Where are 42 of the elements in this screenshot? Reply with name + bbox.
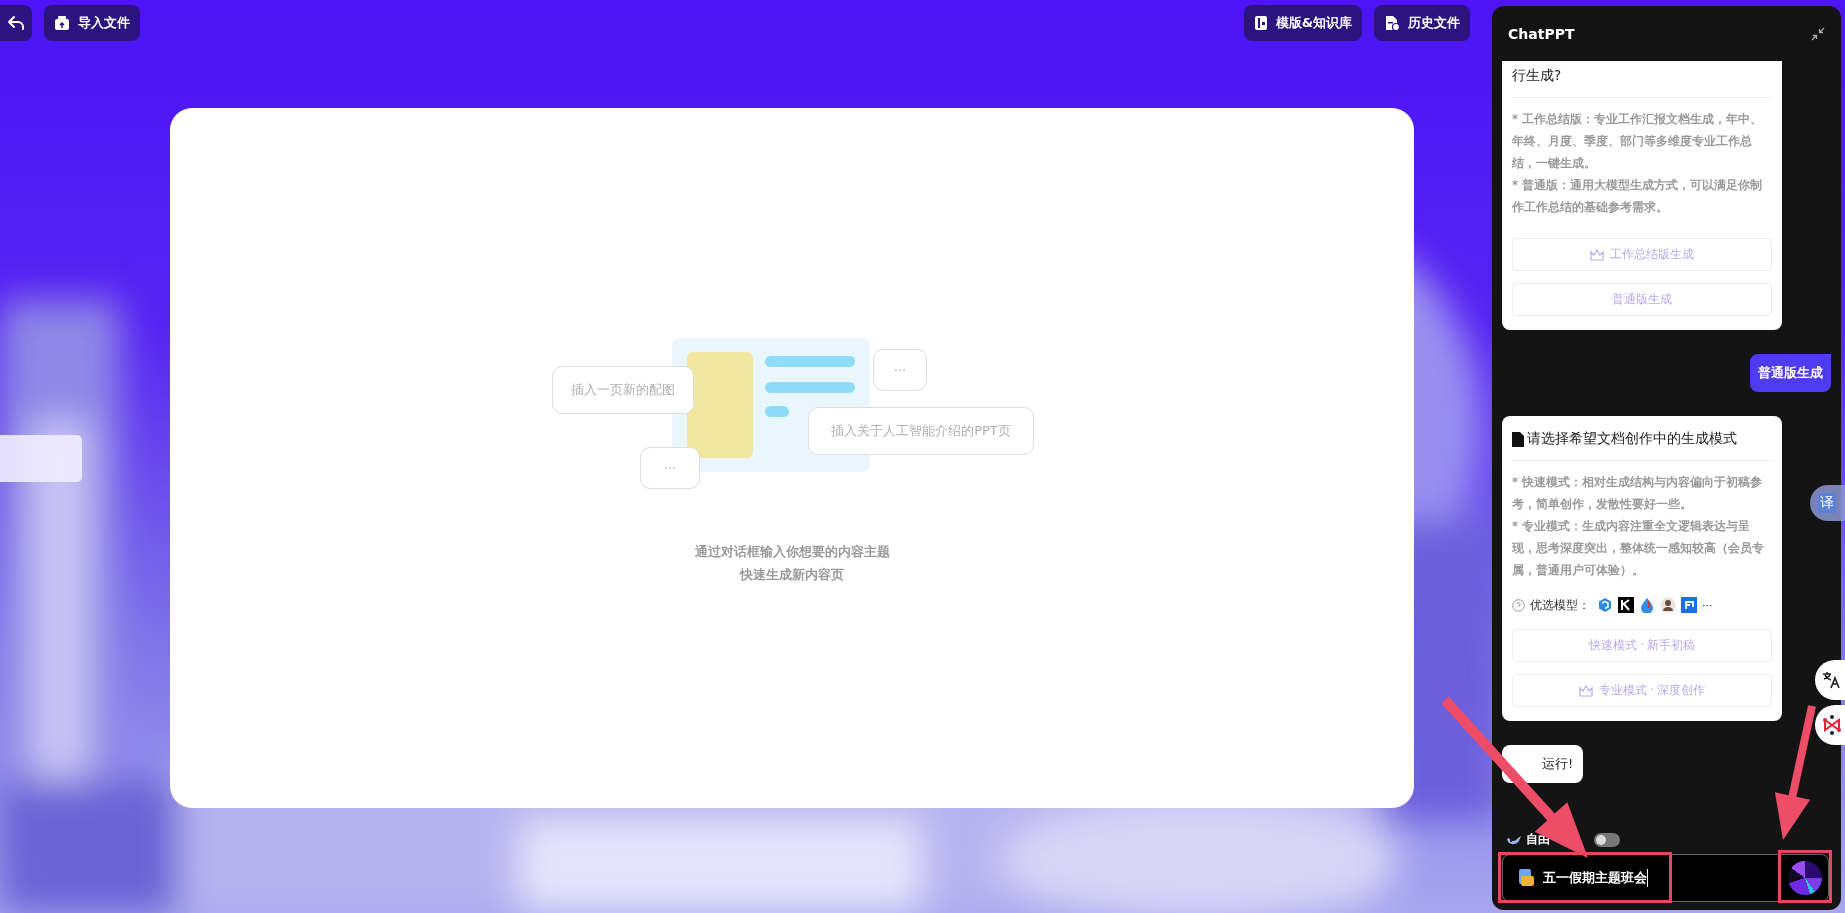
collapse-icon[interactable] xyxy=(1811,26,1825,41)
hint-text: 快速生成新内容页 xyxy=(738,566,845,584)
message-text: * 专业模式：生成内容注重全文逻辑表达与呈现，思考深度突出，整体统一感知较高（会员专属，普通用户可体验）。 xyxy=(1512,518,1765,579)
message-title: 请选择希望文档创作中的生成模式 xyxy=(1512,426,1772,452)
book-icon xyxy=(1253,15,1268,31)
model-logo-icon xyxy=(1618,597,1634,613)
drop-icon xyxy=(1639,597,1655,613)
message-text: * 工作总结版：专业工作汇报文档生成，年中、年终、月度、季度、部门等多维度专业工作总结，一键生成。 xyxy=(1512,111,1764,172)
speech-bubble: ··· xyxy=(873,349,927,391)
message-title: 行生成? xyxy=(1512,66,1563,85)
import-button[interactable]: 导入文件 xyxy=(44,5,140,41)
message-text: * 普通版：通用大模型生成方式，可以满足你制作工作总结的基础参考需求。 xyxy=(1512,177,1764,216)
send-button[interactable] xyxy=(1788,861,1822,895)
file-icon xyxy=(1384,15,1400,31)
hexagon-icon xyxy=(1597,597,1613,613)
back-arrow-icon xyxy=(7,14,25,32)
help-icon xyxy=(1512,598,1525,612)
chat-input[interactable]: 五一假期主题班会 xyxy=(1502,854,1829,902)
music-note-icon xyxy=(1681,597,1697,613)
translate-tab[interactable]: 译 xyxy=(1810,485,1845,521)
upload-icon xyxy=(54,15,70,31)
free-chat-toggle[interactable] xyxy=(1594,832,1620,847)
document-icon xyxy=(1512,431,1524,447)
translate-icon xyxy=(1821,670,1841,690)
network-icon xyxy=(1821,714,1843,736)
template-library-button[interactable]: 模版&知识库 xyxy=(1243,5,1362,41)
bot-message: 运行! xyxy=(1502,745,1584,783)
hint-text: 通过对话框输入你想要的内容主题 xyxy=(694,543,890,561)
models-label: 优选模型： xyxy=(1530,597,1590,613)
back-button[interactable] xyxy=(0,5,32,41)
crown-icon xyxy=(1590,248,1604,261)
speech-bubble: 插入关于人工智能介绍的PPT页 xyxy=(808,407,1034,455)
avatar-icon xyxy=(1660,597,1676,613)
highlight-box xyxy=(1778,850,1832,903)
crown-icon xyxy=(1578,684,1593,697)
user-message: 普通版生成 xyxy=(1750,354,1831,392)
more-models[interactable]: ··· xyxy=(1702,598,1713,612)
history-button[interactable]: 历史文件 xyxy=(1374,5,1470,41)
message-text: * 快速模式：相对生成结构与内容偏向于初稿参考，简单创作，发散性要好一些。 xyxy=(1512,474,1764,513)
speech-bubble: ··· xyxy=(640,447,700,489)
document-icon xyxy=(1517,868,1535,888)
panel-title: ChatPPT xyxy=(1508,25,1575,42)
